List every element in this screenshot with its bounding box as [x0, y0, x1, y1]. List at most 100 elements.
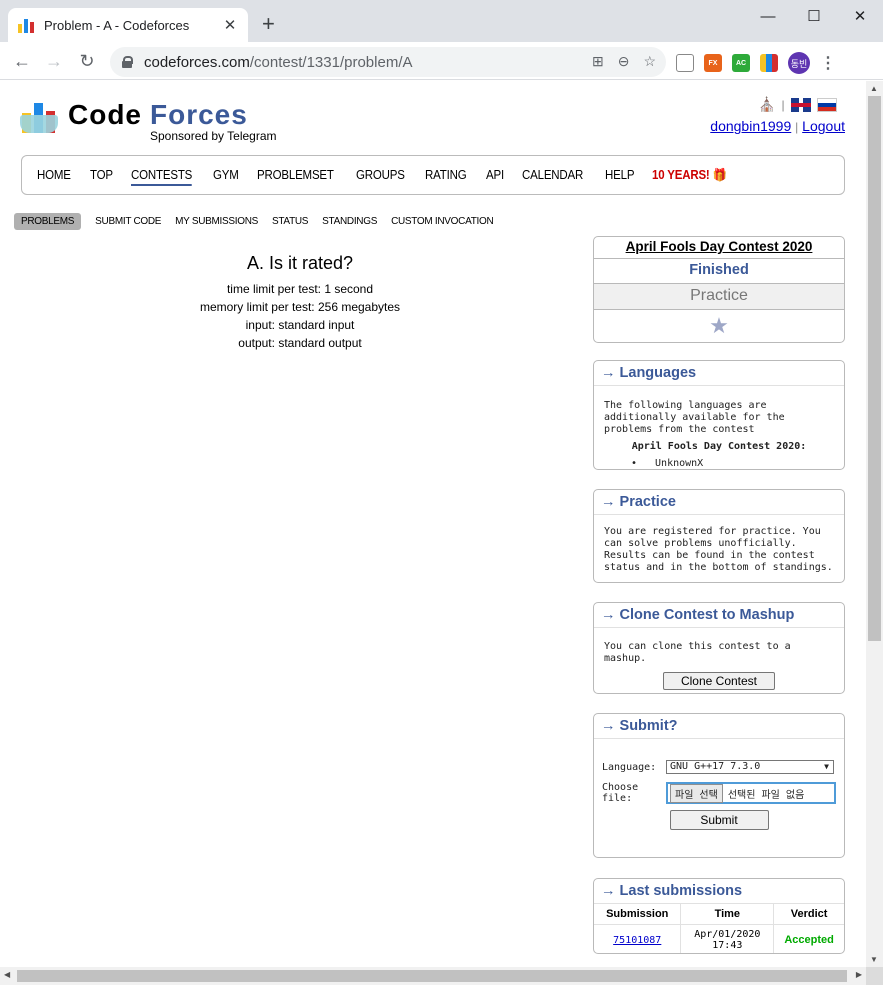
submenu-problems[interactable]: PROBLEMS	[14, 213, 82, 230]
time-limit: time limit per test: 1 second	[226, 282, 374, 296]
logo-mark-icon	[20, 101, 60, 135]
verdict-accepted: Accepted	[784, 934, 834, 946]
tab-title: Problem - A - Codeforces	[44, 17, 190, 33]
languages-subheading: April Fools Day Contest 2020:	[631, 441, 807, 452]
menu-api[interactable]: API	[486, 168, 504, 182]
languages-text: The following languages are additionally…	[604, 400, 785, 435]
english-flag-icon[interactable]	[790, 97, 811, 112]
file-status: 선택된 파일 없음	[727, 789, 805, 801]
header-submission: Submission	[594, 904, 682, 925]
extension-ac-icon[interactable]: AC	[732, 54, 750, 72]
maximize-icon[interactable]: ☐	[791, 0, 837, 32]
back-icon[interactable]: ←	[10, 50, 34, 72]
bookmark-star-icon[interactable]: ☆	[643, 53, 656, 70]
last-submissions-table: Submission Time Verdict 75101087 Apr/01/…	[594, 904, 844, 953]
favourite-star-icon[interactable]: ★	[594, 310, 844, 342]
submit-button[interactable]: Submit	[669, 810, 769, 830]
problem-title: A. Is it rated?	[246, 253, 354, 273]
minimize-icon[interactable]: —	[745, 0, 791, 32]
extension-fx-icon[interactable]: FX	[704, 54, 722, 72]
menu-home[interactable]: HOME	[37, 168, 71, 182]
contest-info-box: April Fools Day Contest 2020 Finished Pr…	[593, 236, 845, 343]
menu-problemset[interactable]: PROBLEMSET	[257, 168, 334, 182]
menu-gym[interactable]: GYM	[213, 168, 239, 182]
address-bar[interactable]: codeforces.com/contest/1331/problem/A ⊞ …	[110, 47, 666, 77]
language-select-value: GNU G++17 7.3.0	[670, 761, 761, 772]
lock-icon	[122, 56, 133, 68]
submit-box: → Submit? Language: GNU G++17 7.3.0 ▼ Cho…	[593, 713, 845, 858]
new-tab-icon[interactable]: +	[262, 13, 275, 35]
submenu-custom-invocation[interactable]: CUSTOM INVOCATION	[391, 213, 494, 230]
logout-link[interactable]: Logout	[802, 118, 845, 134]
scroll-right-icon[interactable]: ▶	[856, 970, 862, 979]
page-content: Code Forces Sponsored by Telegram ⛪ | don…	[0, 81, 866, 967]
submenu-standings[interactable]: STANDINGS	[322, 213, 377, 230]
browser-toolbar: ← → ↻ codeforces.com/contest/1331/proble…	[0, 42, 883, 80]
codeforces-logo[interactable]: Code Forces Sponsored by Telegram	[20, 101, 277, 142]
submission-time: 17:43	[712, 940, 743, 951]
scroll-down-icon[interactable]: ▼	[870, 955, 878, 964]
second-level-menu: PROBLEMS SUBMIT CODE MY SUBMISSIONS STAT…	[14, 213, 507, 230]
logo-sponsor: Sponsored by Telegram	[150, 129, 277, 143]
last-submissions-caption: → Last submissions	[594, 879, 844, 904]
profile-avatar[interactable]: 동빈	[788, 52, 810, 74]
horizontal-scroll-thumb[interactable]	[17, 970, 847, 982]
menu-top[interactable]: TOP	[90, 168, 113, 182]
clone-contest-box: → Clone Contest to Mashup You can clone …	[593, 602, 845, 694]
russian-flag-icon[interactable]	[816, 97, 837, 112]
browser-tabbar: Problem - A - Codeforces ✕ + — ☐ ✕	[0, 0, 883, 42]
input-file: input: standard input	[245, 318, 355, 332]
practice-text: You are registered for practice. You can…	[604, 526, 833, 573]
memory-limit: memory limit per test: 256 megabytes	[199, 300, 401, 314]
contest-phase: Practice	[594, 284, 844, 310]
browser-tab[interactable]: Problem - A - Codeforces ✕	[8, 8, 248, 42]
practice-caption: → Practice	[594, 490, 844, 515]
choose-file-button[interactable]: 파일 선택	[670, 783, 723, 803]
vertical-scroll-thumb[interactable]	[868, 96, 881, 641]
zoom-icon[interactable]: ⊖	[618, 53, 630, 70]
browser-menu-icon[interactable]: ⋮	[820, 53, 836, 73]
menu-10-years[interactable]: 10 YEARS! 🎁	[652, 168, 727, 183]
horizontal-scrollbar[interactable]: ◀ ▶	[0, 967, 866, 985]
submenu-submit-code[interactable]: SUBMIT CODE	[95, 213, 161, 230]
lang-separator: |	[781, 97, 785, 112]
extension-codeforces-icon[interactable]	[760, 54, 778, 72]
header-verdict: Verdict	[773, 904, 844, 925]
translate-icon[interactable]: ⊞	[592, 53, 604, 70]
menu-help[interactable]: HELP	[605, 168, 634, 182]
tab-close-icon[interactable]: ✕	[222, 16, 238, 34]
clone-caption: → Clone Contest to Mashup	[594, 603, 844, 628]
lang-icon[interactable]: ⛪	[758, 96, 775, 113]
contest-name-link[interactable]: April Fools Day Contest 2020	[594, 237, 844, 259]
header-time: Time	[680, 904, 775, 925]
submenu-my-submissions[interactable]: MY SUBMISSIONS	[175, 213, 258, 230]
scrollbar-corner	[866, 967, 883, 985]
vertical-scrollbar[interactable]: ▲ ▼	[866, 81, 883, 967]
user-separator: |	[795, 120, 799, 134]
menu-groups[interactable]: GROUPS	[356, 168, 405, 182]
languages-caption: → Languages	[594, 361, 844, 386]
last-submissions-box: → Last submissions Submission Time Verdi…	[593, 878, 845, 954]
codeforces-favicon-icon	[18, 17, 34, 33]
language-select[interactable]: GNU G++17 7.3.0 ▼	[666, 760, 834, 774]
submission-id-link[interactable]: 75101087	[613, 935, 661, 946]
menu-contests[interactable]: CONTESTS	[130, 168, 192, 186]
language-label: Language:	[602, 761, 657, 773]
menu-rating[interactable]: RATING	[425, 168, 467, 182]
username-link[interactable]: dongbin1999	[710, 118, 791, 134]
menu-calendar[interactable]: CALENDAR	[522, 168, 583, 182]
output-file: output: standard output	[238, 336, 362, 350]
scroll-up-icon[interactable]: ▲	[870, 84, 878, 93]
scroll-left-icon[interactable]: ◀	[4, 970, 10, 979]
submenu-status[interactable]: STATUS	[272, 213, 308, 230]
close-window-icon[interactable]: ✕	[837, 0, 883, 32]
reload-icon[interactable]: ↻	[75, 50, 99, 72]
file-input[interactable]: 파일 선택 선택된 파일 없음	[666, 782, 836, 804]
forward-icon[interactable]: →	[42, 50, 66, 72]
extension-page-icon[interactable]	[676, 54, 694, 72]
chevron-down-icon: ▼	[824, 762, 829, 771]
logo-code: Code	[68, 99, 142, 130]
clone-contest-button[interactable]: Clone Contest	[663, 672, 775, 690]
url-host: codeforces.com	[144, 53, 250, 71]
table-row: 75101087 Apr/01/2020 17:43 Accepted	[594, 924, 844, 953]
